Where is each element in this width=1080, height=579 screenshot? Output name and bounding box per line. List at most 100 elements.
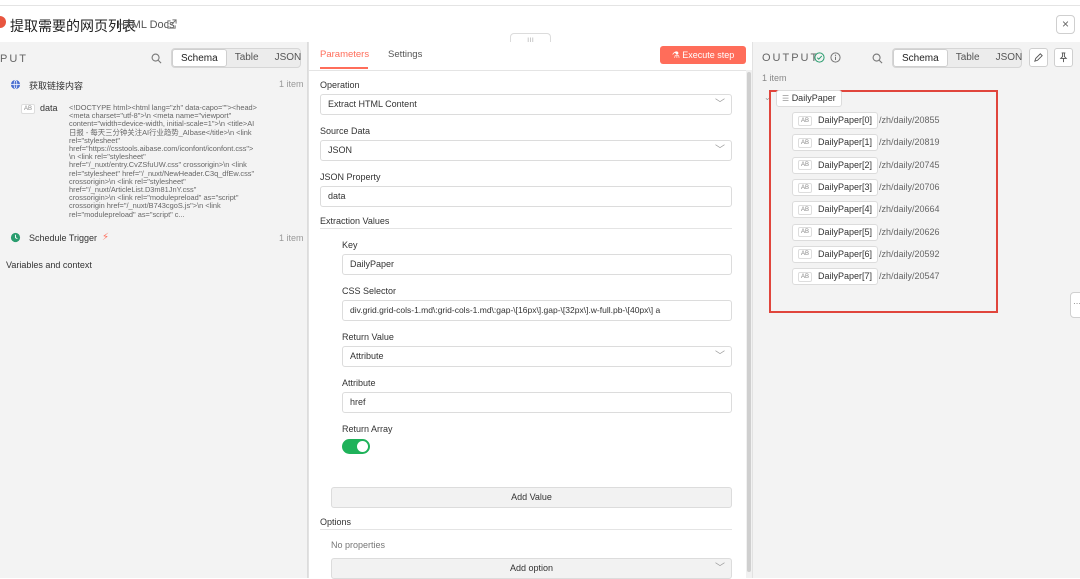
string-type-icon: AB (798, 137, 813, 148)
close-button[interactable]: × (1056, 15, 1075, 34)
input-heading: PUT (0, 53, 28, 65)
tab-schema[interactable]: Schema (893, 49, 948, 67)
output-item-key[interactable]: AB DailyPaper[4] (792, 201, 879, 219)
source-data-select[interactable]: JSON ﹀ (320, 140, 732, 161)
output-item-key[interactable]: AB DailyPaper[1] (792, 134, 879, 152)
string-type-icon: AB (798, 227, 813, 238)
top-strip (0, 0, 1080, 6)
tab-divider (309, 70, 754, 71)
data-value-line: rel="modulepreload" as="script" c... (69, 209, 185, 219)
no-properties-text: No properties (331, 540, 386, 550)
string-type-icon: AB (798, 271, 813, 282)
return-value-select[interactable]: Attribute ﹀ (342, 346, 732, 367)
output-item-key[interactable]: AB DailyPaper[7] (792, 268, 879, 286)
pin-button[interactable] (1054, 48, 1073, 67)
tab-active-underline (320, 67, 368, 69)
output-item-key[interactable]: AB DailyPaper[5] (792, 223, 879, 241)
output-view-tabs: Schema Table JSON (892, 48, 1022, 68)
node-name-fetch[interactable]: 获取链接内容 (29, 79, 83, 92)
key-input[interactable]: DailyPaper (342, 254, 732, 275)
css-selector-label: CSS Selector (342, 286, 397, 296)
extraction-values-heading: Extraction Values (320, 216, 390, 226)
tab-settings[interactable]: Settings (388, 49, 422, 60)
output-item-row[interactable]: AB DailyPaper[7]/zh/daily/20547 (753, 268, 993, 286)
operation-label: Operation (320, 80, 360, 90)
edit-output-button[interactable] (1029, 48, 1048, 67)
input-view-tabs: Schema Table JSON (171, 48, 301, 68)
info-icon[interactable] (830, 52, 841, 63)
string-type-icon: AB (798, 160, 813, 171)
output-heading: OUTPUT (762, 52, 820, 64)
node-item-count: 1 item (279, 79, 304, 89)
input-panel: PUT Schema Table JSON 获取链接内容 1 item AB d… (0, 42, 308, 578)
output-item-row[interactable]: AB DailyPaper[5]/zh/daily/20626 (753, 223, 993, 242)
output-item-key[interactable]: AB DailyPaper[2] (792, 156, 879, 174)
output-item-key[interactable]: AB DailyPaper[6] (792, 245, 879, 263)
output-item-row[interactable]: AB DailyPaper[1]/zh/daily/20819 (753, 134, 993, 152)
node-header: 提取需要的网页列表 HTML Docs ||| × (0, 8, 1080, 49)
key-label: Key (342, 240, 358, 250)
output-item-row[interactable]: AB DailyPaper[2]/zh/daily/20745 (753, 156, 993, 175)
search-icon[interactable] (872, 53, 883, 64)
collapse-handle[interactable]: ⋯ (1070, 292, 1080, 318)
output-item-key[interactable]: AB DailyPaper[0] (792, 112, 879, 129)
output-item-row[interactable]: AB DailyPaper[3]/zh/daily/20706 (753, 178, 993, 197)
output-item-key[interactable]: AB DailyPaper[3] (792, 178, 879, 196)
output-item-value: /zh/daily/20626 (879, 226, 940, 237)
css-selector-input[interactable]: div.grid.grid-cols-1.md\:grid-cols-1.md\… (342, 300, 732, 321)
string-type-icon: AB (21, 104, 36, 114)
output-item-value: /zh/daily/20855 (879, 115, 940, 125)
add-value-button[interactable]: Add Value (331, 487, 732, 508)
output-item-value: /zh/daily/20745 (879, 159, 940, 170)
tab-schema[interactable]: Schema (172, 49, 227, 67)
data-field-name[interactable]: data (40, 103, 58, 113)
success-check-icon (814, 52, 825, 63)
clock-icon (10, 232, 21, 243)
attribute-label: Attribute (342, 378, 376, 388)
tab-parameters[interactable]: Parameters (320, 49, 369, 60)
variables-context[interactable]: Variables and context (6, 260, 92, 270)
chevron-down-icon: ﹀ (715, 563, 725, 574)
return-value-label: Return Value (342, 332, 394, 342)
output-item-value: /zh/daily/20547 (879, 271, 940, 282)
chevron-down-icon: ﹀ (715, 351, 725, 362)
chevron-down-icon: ﹀ (715, 145, 725, 156)
attribute-input[interactable]: href (342, 392, 732, 413)
output-item-value: /zh/daily/20706 (879, 181, 940, 192)
tab-table[interactable]: Table (948, 49, 988, 67)
chevron-down-icon[interactable]: ⌄ (764, 93, 771, 102)
output-item-count: 1 item (762, 73, 787, 83)
output-item-value: /zh/daily/20664 (879, 204, 940, 215)
list-icon: ☰ (782, 94, 790, 103)
parameters-panel: Parameters Settings ⚗ Execute step Opera… (308, 42, 754, 579)
output-item-row[interactable]: AB DailyPaper[0]/zh/daily/20855 (753, 112, 993, 130)
search-icon[interactable] (151, 53, 162, 64)
json-property-label: JSON Property (320, 172, 381, 182)
section-divider (320, 228, 732, 229)
node-name-schedule[interactable]: Schedule Trigger (29, 233, 97, 243)
node-item-count-2: 1 item (279, 233, 304, 243)
flask-icon: ⚗ (671, 50, 680, 60)
string-type-icon: AB (798, 182, 813, 193)
output-item-value: /zh/daily/20819 (879, 137, 940, 148)
source-data-label: Source Data (320, 126, 371, 136)
pin-icon (1059, 52, 1068, 63)
globe-icon (10, 79, 21, 90)
tab-table[interactable]: Table (227, 49, 267, 67)
tab-json[interactable]: JSON (988, 49, 1031, 67)
tab-json[interactable]: JSON (267, 49, 310, 67)
root-node[interactable]: ☰ DailyPaper (776, 90, 842, 107)
add-option-select[interactable]: Add option ﹀ (331, 558, 732, 579)
output-item-row[interactable]: AB DailyPaper[4]/zh/daily/20664 (753, 201, 993, 219)
operation-select[interactable]: Extract HTML Content ﹀ (320, 94, 732, 115)
json-property-input[interactable]: data (320, 186, 732, 207)
string-type-icon: AB (798, 204, 813, 215)
external-link-icon[interactable] (166, 19, 177, 30)
scrollbar[interactable] (746, 70, 752, 578)
output-item-row[interactable]: AB DailyPaper[6]/zh/daily/20592 (753, 245, 993, 264)
node-icon (0, 16, 6, 28)
options-heading: Options (320, 517, 352, 527)
data-field-value: <!DOCTYPE html><html lang="zh" data-capo… (69, 103, 303, 219)
execute-step-button[interactable]: ⚗ Execute step (660, 46, 746, 64)
return-array-toggle[interactable] (342, 439, 370, 454)
